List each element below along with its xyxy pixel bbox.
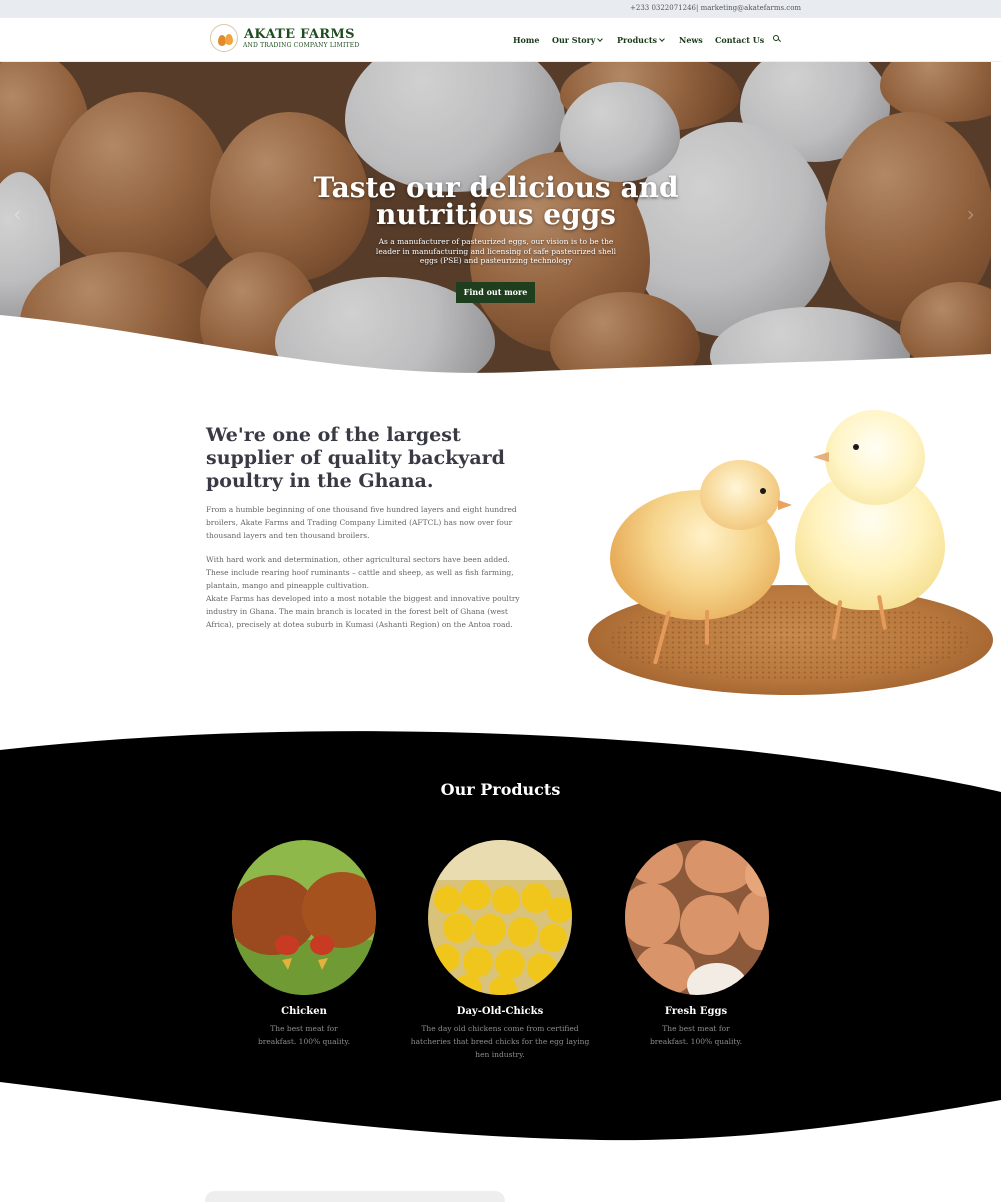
nav-our-story-label: Our Story: [552, 35, 596, 45]
egg-basket-logo-icon[interactable]: [210, 24, 238, 52]
hero-slider: Taste our delicious and nutritious eggs …: [0, 62, 991, 374]
chicken-image[interactable]: [232, 840, 376, 995]
chick-left: [610, 460, 792, 665]
hero-description: As a manufacturer of pasteurized eggs, o…: [375, 237, 617, 265]
about-paragraph-1: From a humble beginning of one thousand …: [206, 505, 517, 540]
hero-title: Taste our delicious and nutritious eggs: [313, 171, 679, 231]
chick-right: [795, 410, 945, 641]
email-link[interactable]: | marketing@akatefarms.com: [696, 4, 801, 12]
nav-our-story[interactable]: Our Story: [552, 35, 604, 45]
product-name-day-old-chicks[interactable]: Day-Old-Chicks: [400, 1006, 600, 1017]
about-heading: We're one of the largest supplier of qua…: [206, 424, 505, 492]
nav-news[interactable]: News: [679, 35, 703, 45]
search-icon[interactable]: [773, 35, 782, 43]
product-desc-fresh-eggs: The best meat for breakfast. 100% qualit…: [649, 1024, 743, 1046]
product-name-chicken[interactable]: Chicken: [204, 1006, 404, 1017]
brand-name[interactable]: AKATE FARMS: [244, 27, 355, 42]
find-out-more-button[interactable]: Find out more: [456, 282, 535, 303]
day-old-chicks-image[interactable]: [428, 840, 572, 995]
chicks-image: [580, 400, 995, 720]
about-paragraph-2: With hard work and determination, other …: [206, 555, 514, 590]
fresh-eggs-image[interactable]: [625, 840, 769, 995]
nav-news-label: News: [679, 35, 703, 45]
top-contact-bar: +233 0322071246 | marketing@akatefarms.c…: [0, 0, 1001, 18]
product-name-fresh-eggs[interactable]: Fresh Eggs: [596, 1006, 796, 1017]
product-desc-day-old-chicks: The day old chickens come from certified…: [410, 1024, 590, 1059]
phone-number[interactable]: +233 0322071246: [630, 4, 696, 12]
nav-products[interactable]: Products: [617, 35, 665, 45]
nav-home-label: Home: [513, 35, 540, 45]
nav-products-label: Products: [617, 35, 658, 45]
chevron-down-icon: [597, 36, 604, 42]
nav-contact-us[interactable]: Contact Us: [715, 35, 764, 45]
products-heading: Our Products: [440, 780, 561, 799]
nav-home[interactable]: Home: [513, 35, 539, 45]
product-desc-chicken: The best meat for breakfast. 100% qualit…: [257, 1024, 351, 1046]
chevron-down-icon: [659, 36, 665, 42]
bottom-section-placeholder: [205, 1191, 505, 1202]
brand-subtitle: AND TRADING COMPANY LIMITED: [243, 42, 360, 49]
about-paragraph-3: Akate Farms has developed into a most no…: [206, 594, 520, 629]
nav-contact-us-label: Contact Us: [715, 35, 765, 45]
site-header: AKATE FARMS AND TRADING COMPANY LIMITED …: [0, 18, 1001, 62]
